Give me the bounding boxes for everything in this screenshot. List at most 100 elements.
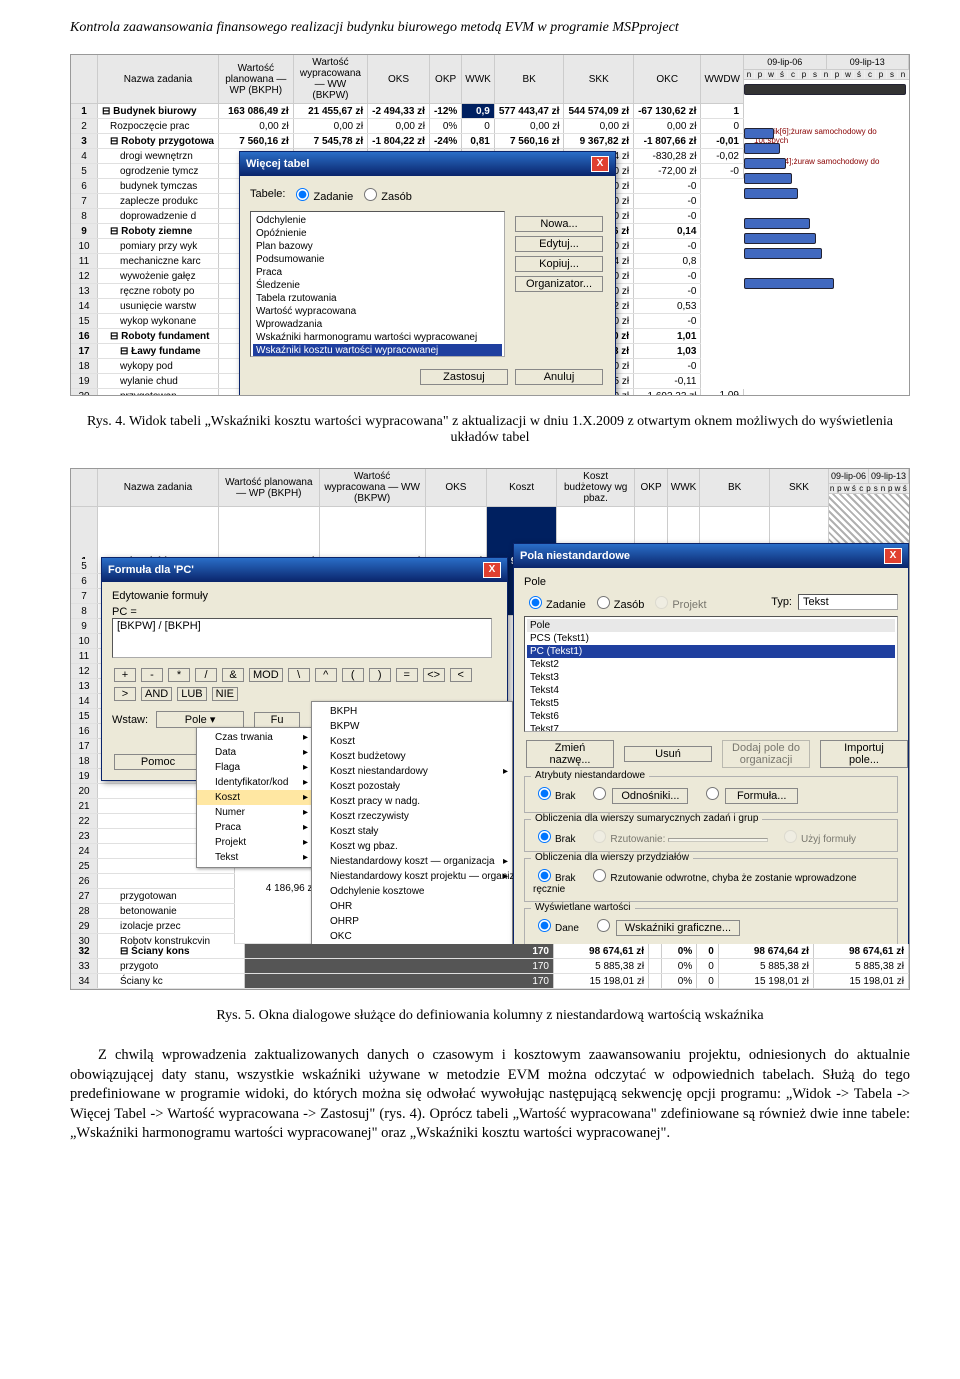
menu-item[interactable]: Numer▸ [197, 805, 312, 820]
column-header[interactable]: OKS [425, 469, 487, 507]
operator-button[interactable]: + [114, 668, 136, 682]
edit-button[interactable]: Edytuj... [515, 236, 603, 252]
operator-button[interactable]: \ [288, 668, 310, 682]
column-header[interactable]: SKK [564, 55, 634, 104]
column-header[interactable]: OKC [634, 55, 701, 104]
radio-resource[interactable]: Zasób [359, 184, 412, 203]
import-field-button[interactable]: Importuj pole... [820, 740, 908, 768]
rename-button[interactable]: Zmień nazwę... [526, 740, 614, 768]
list-item[interactable]: Wskaźniki kosztu wartości wypracowanej [253, 344, 502, 357]
menu-item[interactable]: OHR [312, 899, 512, 914]
operator-button[interactable]: NIE [212, 687, 238, 701]
menu-item[interactable]: OHRP [312, 914, 512, 929]
menu-item[interactable]: Identyfikator/kod▸ [197, 775, 312, 790]
list-item[interactable]: Śledzenie [253, 279, 502, 292]
table-row[interactable]: 32⊟ Ściany kons17098 674,61 zł0%098 674,… [71, 944, 909, 959]
menu-item[interactable]: Flaga▸ [197, 760, 312, 775]
column-header[interactable]: SKK [769, 469, 828, 507]
column-header[interactable]: OKS [368, 55, 430, 104]
list-item[interactable]: Tekst4 [527, 684, 895, 697]
more-tables-dialog[interactable]: Więcej tabel X Tabele: Zadanie Zasób Odc… [239, 151, 616, 396]
operator-button[interactable]: LUB [177, 687, 206, 701]
organizer-button[interactable]: Organizator... [515, 276, 603, 292]
column-header[interactable]: WWK [667, 469, 700, 507]
cost-submenu[interactable]: BKPHBKPWKosztKoszt budżetowyKoszt niesta… [311, 701, 513, 962]
type-select[interactable]: Tekst [798, 594, 898, 610]
column-header[interactable]: Nazwa zadania [98, 469, 219, 507]
delete-button[interactable]: Usuń [624, 746, 712, 762]
table-row[interactable]: 33przygoto1705 885,38 zł0%05 885,38 zł5 … [71, 959, 909, 974]
fields-listbox[interactable]: PolePCS (Tekst1)PC (Tekst1)Tekst2Tekst3T… [524, 616, 898, 732]
field-dropdown-button[interactable]: Pole ▾ [156, 711, 244, 728]
menu-item[interactable]: Koszt pracy w nadg. [312, 794, 512, 809]
menu-item[interactable]: Koszt▸ [197, 790, 312, 805]
copy-button[interactable]: Kopiuj... [515, 256, 603, 272]
operator-button[interactable]: / [195, 668, 217, 682]
radio-field-project[interactable]: Projekt [650, 592, 706, 611]
column-header[interactable]: Koszt budżetowy wg pbaz. [556, 469, 634, 507]
rollup-select[interactable] [668, 838, 768, 842]
menu-item[interactable]: Koszt rzeczywisty [312, 809, 512, 824]
column-header[interactable]: BK [700, 469, 770, 507]
radio-field-task[interactable]: Zadanie [524, 592, 586, 611]
menu-item[interactable]: Data▸ [197, 745, 312, 760]
table-row[interactable]: 1⊟ Budynek biurowy163 086,49 zł21 455,67… [71, 104, 744, 119]
menu-item[interactable]: Praca▸ [197, 820, 312, 835]
close-icon[interactable]: X [483, 562, 501, 578]
radio-assign-manual[interactable]: Rzutowanie odwrotne, chyba że zostanie w… [533, 873, 857, 895]
help-button[interactable]: Pomoc [114, 754, 202, 770]
apply-button[interactable]: Zastosuj [420, 369, 508, 385]
menu-item[interactable]: Koszt budżetowy [312, 749, 512, 764]
list-item[interactable]: Tekst3 [527, 671, 895, 684]
column-header[interactable]: Wartość wypracowana — WW (BKPW) [293, 55, 367, 104]
radio-assign-none[interactable]: Brak [533, 873, 576, 884]
menu-item[interactable]: Niestandardowy koszt — organizacja▸ [312, 854, 512, 869]
list-item[interactable]: PC (Tekst1) [527, 645, 895, 658]
operator-button[interactable]: & [222, 668, 244, 682]
radio-disp-graph[interactable]: Wskaźniki graficzne... [592, 923, 742, 934]
menu-item[interactable]: OKC [312, 929, 512, 944]
menu-item[interactable]: Czas trwania▸ [197, 730, 312, 745]
list-item[interactable]: Wprowadzania [253, 318, 502, 331]
operator-button[interactable]: * [168, 668, 190, 682]
radio-task[interactable]: Zadanie [291, 184, 353, 203]
list-item[interactable]: Wartość wypracowana [253, 305, 502, 318]
table-row[interactable]: 34Ściany kc17015 198,01 zł0%015 198,01 z… [71, 974, 909, 989]
list-item[interactable]: Tekst2 [527, 658, 895, 671]
cancel-button[interactable]: Anuluj [515, 369, 603, 385]
list-item[interactable]: Podsumowanie [253, 253, 502, 266]
list-item[interactable]: Tekst6 [527, 710, 895, 723]
operator-button[interactable]: ) [369, 668, 391, 682]
column-header[interactable]: Wartość planowana — WP (BKPH) [218, 469, 319, 507]
column-header[interactable]: Nazwa zadania [98, 55, 219, 104]
close-icon[interactable]: X [591, 156, 609, 172]
operator-button[interactable]: AND [141, 687, 172, 701]
add-org-button[interactable]: Dodaj pole do organizacji [722, 740, 810, 768]
radio-calc-roll[interactable]: Rzutowanie: [588, 834, 665, 845]
menu-item[interactable]: Odchylenie kosztowe [312, 884, 512, 899]
table-row[interactable]: 3⊟ Roboty przygotowa7 560,16 zł7 545,78 … [71, 134, 744, 149]
radio-attr-none[interactable]: Brak [533, 791, 576, 802]
menu-item[interactable]: BKPW [312, 719, 512, 734]
radio-attr-formula[interactable]: Formuła... [701, 791, 800, 802]
formula-input[interactable]: [BKPW] / [BKPH] [112, 618, 492, 658]
list-item[interactable]: Wskaźniki harmonogramu wartości wypracow… [253, 331, 502, 344]
radio-calc-none[interactable]: Brak [533, 834, 576, 845]
column-header[interactable]: BK [494, 55, 564, 104]
operator-button[interactable]: - [141, 668, 163, 682]
operator-button[interactable]: MOD [249, 668, 283, 682]
field-category-menu[interactable]: Czas trwania▸Data▸Flaga▸Identyfikator/ko… [196, 727, 313, 868]
list-item[interactable]: Tekst5 [527, 697, 895, 710]
menu-item[interactable]: Projekt▸ [197, 835, 312, 850]
column-header[interactable]: Wartość wypracowana — WW (BKPW) [319, 469, 425, 507]
operator-button[interactable]: <> [423, 668, 445, 682]
column-header[interactable]: Wartość planowana — WP (BKPH) [218, 55, 293, 104]
tables-listbox[interactable]: OdchylenieOpóźnieniePlan bazowyPodsumowa… [250, 211, 505, 357]
close-icon[interactable]: X [884, 548, 902, 564]
column-header[interactable]: Koszt [487, 469, 557, 507]
operator-button[interactable]: < [450, 668, 472, 682]
list-item[interactable]: Plan bazowy [253, 240, 502, 253]
column-header[interactable]: WWK [462, 55, 495, 104]
operator-button[interactable]: ^ [315, 668, 337, 682]
radio-field-resource[interactable]: Zasób [592, 592, 645, 611]
